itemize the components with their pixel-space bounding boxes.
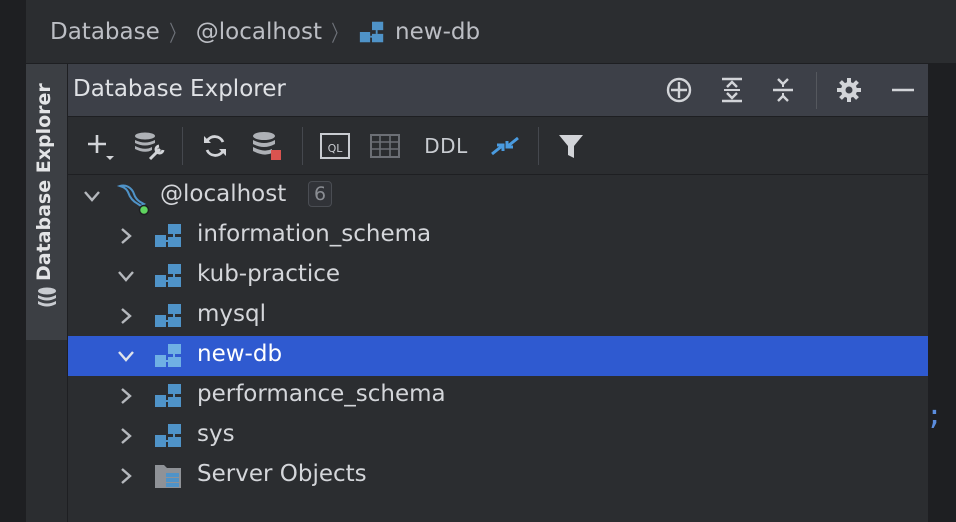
expand-all-icon	[722, 77, 742, 103]
tree-node-schema[interactable]: mysql	[68, 296, 928, 336]
schema-icon	[155, 224, 181, 247]
jump-to-source-button[interactable]	[488, 129, 522, 163]
chevron-down-icon[interactable]	[82, 186, 102, 206]
tree-node-schema-selected[interactable]: new-db	[68, 336, 928, 376]
schema-icon	[155, 344, 181, 367]
filter-button[interactable]	[554, 129, 588, 163]
panel-title: Database Explorer	[73, 76, 286, 102]
tree-node-label: Server Objects	[197, 461, 367, 487]
query-console-icon: QL	[320, 133, 350, 159]
database-explorer-panel: Database Explorer QL DDL @localhost 6 in…	[68, 64, 928, 522]
database-icon	[38, 287, 56, 307]
data-source-properties-icon	[135, 132, 165, 161]
tree-node-label: performance_schema	[197, 381, 446, 407]
query-console-button[interactable]: QL	[318, 129, 352, 163]
breadcrumb-separator: 〉	[331, 21, 347, 47]
breadcrumb-label: Database	[50, 18, 160, 45]
schema-icon	[155, 384, 181, 407]
mysql-dolphin-icon	[116, 184, 150, 216]
schema-icon	[155, 424, 181, 447]
breadcrumb-label: new-db	[395, 18, 481, 45]
toolbar-separator	[182, 127, 183, 165]
disconnect-icon	[253, 132, 281, 160]
child-count-badge: 6	[308, 181, 333, 207]
chevron-right-icon[interactable]	[116, 306, 136, 326]
locate-button[interactable]	[664, 75, 694, 105]
tree-node-label: mysql	[197, 301, 266, 327]
svg-text:QL: QL	[328, 142, 344, 155]
chevron-right-icon[interactable]	[116, 386, 136, 406]
ide-window: Database 〉 @localhost 〉 new-db Database …	[0, 0, 956, 522]
settings-icon	[837, 78, 861, 102]
minimize-icon	[892, 88, 914, 92]
editor-gutter	[928, 64, 956, 522]
add-icon	[88, 135, 114, 160]
breadcrumb-item-localhost[interactable]: @localhost	[196, 19, 322, 45]
collapse-all-icon	[773, 78, 793, 102]
tree-node-localhost[interactable]: @localhost 6	[68, 176, 928, 216]
chevron-right-icon[interactable]	[116, 466, 136, 486]
breadcrumb-separator: 〉	[169, 21, 185, 47]
jump-to-source-icon	[491, 136, 519, 156]
explorer-toolbar: QL DDL	[68, 117, 928, 175]
table-editor-button[interactable]	[368, 129, 402, 163]
tree-node-label: information_schema	[197, 221, 432, 247]
table-editor-icon	[370, 134, 400, 158]
tree-node-label: kub-practice	[197, 261, 341, 287]
panel-header: Database Explorer	[68, 64, 928, 117]
chevron-down-icon[interactable]	[116, 266, 136, 286]
tree-node-label: new-db	[197, 341, 283, 367]
add-button[interactable]	[84, 129, 118, 163]
chevron-down-icon[interactable]	[116, 346, 136, 366]
breadcrumb: Database 〉 @localhost 〉 new-db	[26, 0, 956, 64]
tree-node-schema[interactable]: sys	[68, 416, 928, 456]
toolbar-separator	[302, 127, 303, 165]
locate-icon	[666, 77, 692, 103]
collapse-all-button[interactable]	[768, 75, 798, 105]
refresh-icon	[204, 135, 226, 157]
tool-window-tab-database-explorer[interactable]: Database Explorer	[26, 64, 68, 340]
schema-icon	[155, 264, 181, 287]
tree-node-label: @localhost	[160, 181, 287, 207]
expand-all-button[interactable]	[717, 75, 747, 105]
tool-window-strip	[26, 340, 68, 522]
settings-button[interactable]	[834, 75, 864, 105]
breadcrumb-label: @localhost	[195, 18, 323, 45]
tool-window-tab-label: Database Explorer	[33, 83, 55, 281]
editor-text-fragment: ;	[926, 398, 943, 431]
header-separator	[816, 72, 817, 109]
tree-node-server-objects[interactable]: Server Objects	[68, 456, 928, 496]
tree-node-schema[interactable]: performance_schema	[68, 376, 928, 416]
breadcrumb-item-new-db[interactable]: new-db	[358, 18, 480, 46]
minimize-button[interactable]	[888, 75, 918, 105]
tree-node-label: sys	[197, 421, 235, 447]
toolbar-separator	[538, 127, 539, 165]
ddl-button[interactable]: DDL	[422, 129, 470, 163]
tree-node-schema[interactable]: information_schema	[68, 216, 928, 256]
filter-icon	[559, 135, 583, 158]
disconnect-button[interactable]	[250, 129, 284, 163]
refresh-button[interactable]	[198, 129, 232, 163]
data-source-properties-button[interactable]	[132, 129, 166, 163]
window-left-edge	[0, 0, 26, 522]
schema-icon	[155, 304, 181, 327]
server-objects-folder-icon	[155, 465, 181, 488]
chevron-right-icon[interactable]	[116, 226, 136, 246]
chevron-right-icon[interactable]	[116, 426, 136, 446]
tree-node-schema[interactable]: kub-practice	[68, 256, 928, 296]
breadcrumb-item-database[interactable]: Database	[50, 19, 160, 45]
schema-icon	[359, 21, 384, 42]
